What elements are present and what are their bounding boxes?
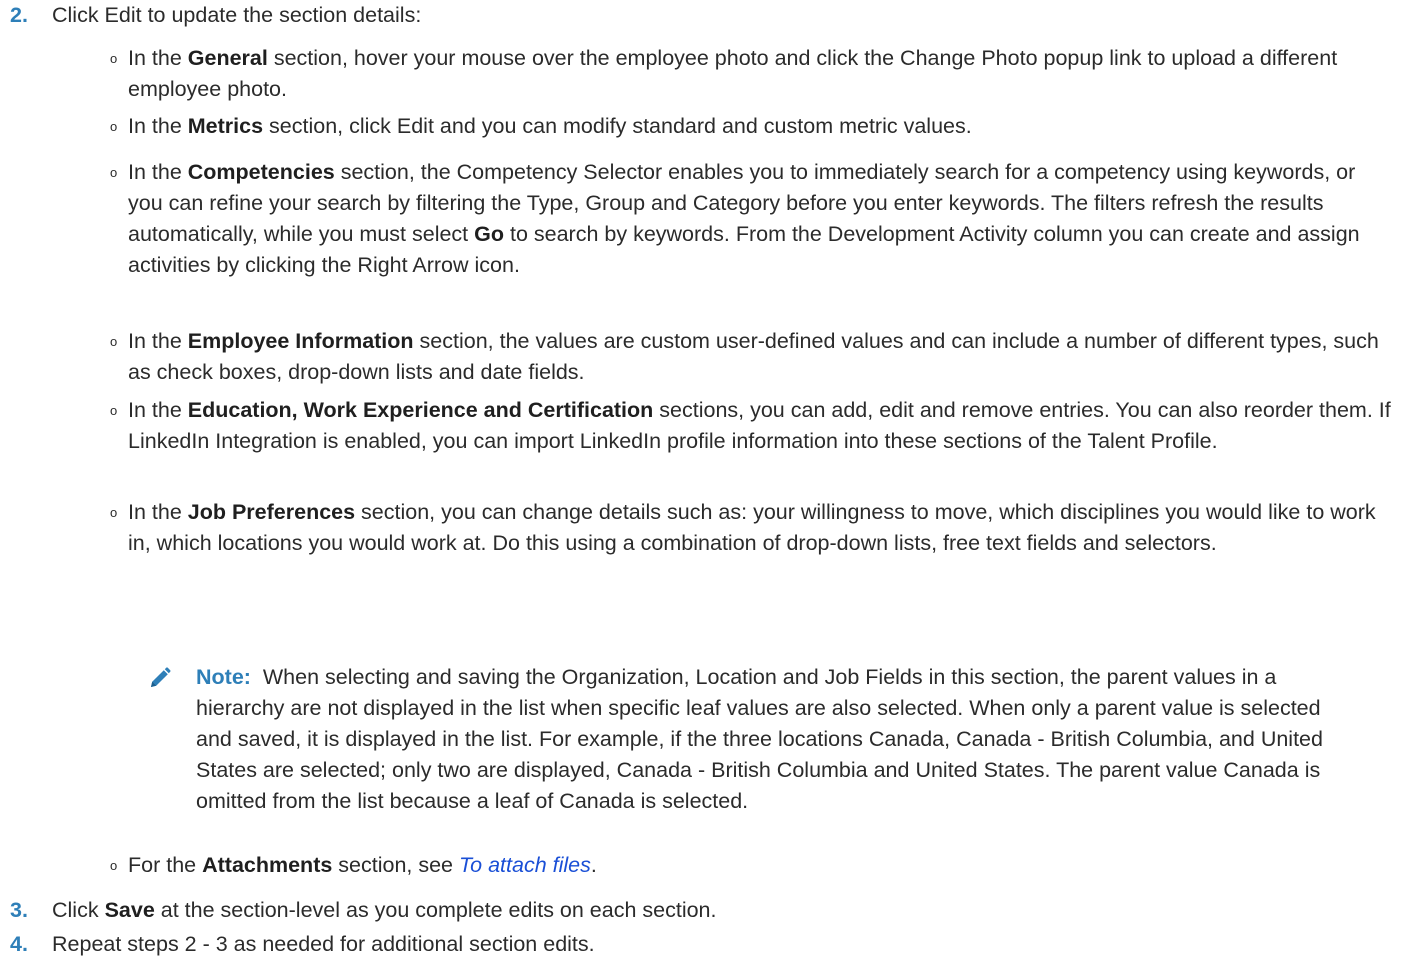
save-label: Save bbox=[104, 898, 155, 922]
bullet-icon: o bbox=[110, 51, 118, 66]
step-number: 4. bbox=[10, 932, 28, 956]
step-text: Click Save at the section-level as you c… bbox=[52, 898, 717, 922]
bullet-icon: o bbox=[110, 119, 118, 134]
list-item-job-preferences: In the Job Preferences section, you can … bbox=[128, 500, 1376, 555]
go-label: Go bbox=[474, 222, 504, 246]
list-item-general: In the General section, hover your mouse… bbox=[128, 46, 1338, 101]
attach-files-link[interactable]: To attach files bbox=[459, 853, 591, 877]
section-name: Employee Information bbox=[187, 329, 414, 353]
step-text: Repeat steps 2 - 3 as needed for additio… bbox=[52, 932, 595, 956]
pencil-icon bbox=[151, 667, 171, 687]
bullet-icon: o bbox=[110, 403, 118, 418]
note-text: When selecting and saving the Organizati… bbox=[196, 665, 1323, 813]
list-item-attachments: For the Attachments section, see To atta… bbox=[128, 853, 597, 877]
bullet-icon: o bbox=[110, 165, 118, 180]
step-number: 3. bbox=[10, 898, 28, 922]
section-name: Job Preferences bbox=[187, 500, 356, 524]
bullet-icon: o bbox=[110, 505, 118, 520]
section-name: Competencies bbox=[187, 160, 335, 184]
section-name: Attachments bbox=[202, 853, 333, 877]
section-name: Metrics bbox=[187, 114, 264, 138]
list-item-metrics: In the Metrics section, click Edit and y… bbox=[128, 114, 972, 138]
step-number: 2. bbox=[10, 3, 28, 27]
bullet-icon: o bbox=[110, 334, 118, 349]
list-item-employee-information: In the Employee Information section, the… bbox=[128, 329, 1379, 384]
list-item-education: In the Education, Work Experience and Ce… bbox=[128, 398, 1391, 453]
note-label: Note: bbox=[196, 665, 251, 689]
list-item-competencies: In the Competencies section, the Compete… bbox=[128, 160, 1360, 277]
section-name: Education, Work Experience and Certifica… bbox=[187, 398, 654, 422]
note-block: Note: When selecting and saving the Orga… bbox=[196, 662, 1346, 817]
bullet-icon: o bbox=[110, 858, 118, 873]
section-name: General bbox=[187, 46, 268, 70]
step-text: Click Edit to update the section details… bbox=[52, 3, 422, 27]
